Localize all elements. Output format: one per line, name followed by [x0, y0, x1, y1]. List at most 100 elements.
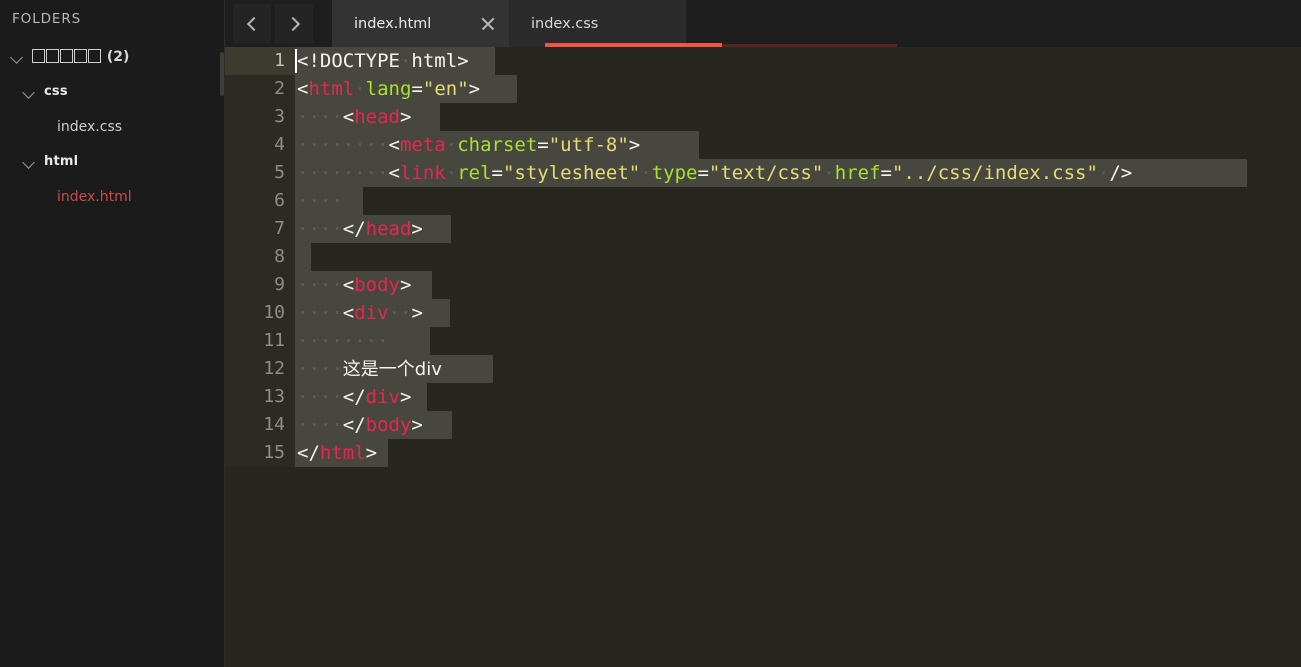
main-area: index.html index.css 1 <!DOCTYPE·html> 2 <ht… [225, 0, 1301, 667]
code-token: · [823, 162, 835, 184]
code-line: 2 <html·lang="en"> [225, 75, 1301, 103]
sidebar-title: FOLDERS [12, 11, 82, 27]
text-cursor [295, 49, 297, 73]
code-token: <!DOCTYPE [297, 50, 400, 72]
code-token: > [399, 386, 412, 408]
chevron-left-icon [246, 16, 261, 31]
code-line-content[interactable]: ····<body> [295, 271, 1301, 299]
code-token: · [445, 162, 458, 184]
code-token: /> [1109, 162, 1133, 184]
tree-folder-html[interactable]: html [0, 144, 225, 179]
code-token: href [834, 162, 881, 184]
line-number: 1 [225, 47, 295, 75]
code-line-content[interactable]: <html·lang="en"> [295, 75, 1301, 103]
tree-root-folder[interactable]: (2) [0, 39, 225, 74]
line-number: 10 [225, 299, 295, 327]
code-token: "en" [422, 78, 469, 100]
code-token: ···· [297, 358, 343, 380]
code-token: ···· [297, 302, 343, 324]
code-token: > [365, 442, 378, 464]
line-number: 2 [225, 75, 295, 103]
code-token: ········ [297, 330, 389, 352]
code-token: ········ [297, 162, 389, 184]
code-line-content[interactable] [295, 243, 1301, 271]
line-number: 8 [225, 243, 295, 271]
code-line: 11 ········ [225, 327, 1301, 355]
code-token: "text/css" [708, 162, 824, 184]
tree-folder-label: css [44, 84, 68, 99]
tab-label: index.css [531, 15, 599, 32]
code-line-content[interactable]: ···· [295, 187, 1301, 215]
code-token: < [342, 106, 355, 128]
code-line: 7 ····</head> [225, 215, 1301, 243]
code-token: = [491, 162, 503, 184]
code-line-content[interactable]: </html> [295, 439, 1301, 467]
nav-back-button[interactable] [233, 3, 271, 44]
tree-file-index.css[interactable]: index.css [0, 109, 225, 144]
code-line: 4 ········<meta·charset="utf-8"> [225, 131, 1301, 159]
missing-glyph-box [74, 48, 87, 63]
code-token: "stylesheet" [502, 162, 641, 184]
code-token: "../css/index.css" [891, 162, 1098, 184]
code-token: rel [457, 162, 492, 184]
code-line-content[interactable]: ····<head> [295, 103, 1301, 131]
code-token: · [1097, 162, 1110, 184]
selection-highlight [295, 243, 311, 271]
code-line-content[interactable]: ····</head> [295, 215, 1301, 243]
tab-index.css[interactable]: index.css [509, 0, 686, 47]
line-number: 3 [225, 103, 295, 131]
code-token: type [651, 162, 698, 184]
line-number: 7 [225, 215, 295, 243]
code-line-content[interactable]: ····这是一个div [295, 355, 1301, 383]
code-token: > [411, 414, 423, 436]
code-token: ···· [297, 274, 343, 296]
nav-buttons [225, 0, 317, 47]
code-line-content[interactable]: ········ [295, 327, 1301, 355]
line-number: 14 [225, 411, 295, 439]
tree-file-label: index.html [57, 188, 132, 205]
code-line: 10 ····<div··> [225, 299, 1301, 327]
code-line: 8 [225, 243, 1301, 271]
line-number: 12 [225, 355, 295, 383]
code-line-content[interactable]: ····</div> [295, 383, 1301, 411]
close-icon[interactable] [479, 15, 497, 33]
code-token: </ [342, 218, 366, 240]
line-number: 9 [225, 271, 295, 299]
tree-file-index.html[interactable]: index.html [0, 179, 225, 214]
code-token: ···· [297, 386, 343, 408]
code-token: = [537, 134, 549, 156]
code-token: > [411, 218, 423, 240]
sidebar: FOLDERS (2) css index.css html index.html [0, 0, 225, 667]
line-number: 15 [225, 439, 295, 467]
line-number: 4 [225, 131, 295, 159]
line-number: 13 [225, 383, 295, 411]
code-token: head [365, 218, 412, 240]
code-token: body [354, 274, 400, 296]
code-token: </ [342, 386, 366, 408]
line-number: 5 [225, 159, 295, 187]
code-token: </ [297, 442, 320, 464]
code-token: > [411, 302, 423, 324]
chevron-down-icon [21, 154, 37, 170]
nav-forward-button[interactable] [275, 3, 313, 44]
tree-folder-css[interactable]: css [0, 74, 225, 109]
code-token: html [308, 78, 355, 100]
code-line-content[interactable]: ········<link·rel="stylesheet"·type="tex… [295, 159, 1301, 187]
code-editor[interactable]: 1 <!DOCTYPE·html> 2 <html·lang="en"> 3 ····<h… [225, 47, 1301, 667]
code-token: html> [411, 50, 469, 72]
folder-tree: (2) css index.css html index.html [0, 39, 225, 214]
code-token: = [880, 162, 892, 184]
code-line-content[interactable]: <!DOCTYPE·html> [295, 47, 1301, 75]
code-token: ·· [388, 302, 412, 324]
code-token: </ [342, 414, 366, 436]
code-token: head [354, 106, 400, 128]
code-token: · [445, 134, 458, 156]
code-line-content[interactable]: ········<meta·charset="utf-8"> [295, 131, 1301, 159]
tab-index.html[interactable]: index.html [332, 0, 509, 47]
tree-folder-label: html [44, 154, 79, 169]
code-line-content[interactable]: ····<div··> [295, 299, 1301, 327]
code-token: < [297, 78, 309, 100]
code-line-content[interactable]: ····</body> [295, 411, 1301, 439]
code-token: ···· [297, 414, 343, 436]
tree-file-label: index.css [57, 118, 123, 135]
